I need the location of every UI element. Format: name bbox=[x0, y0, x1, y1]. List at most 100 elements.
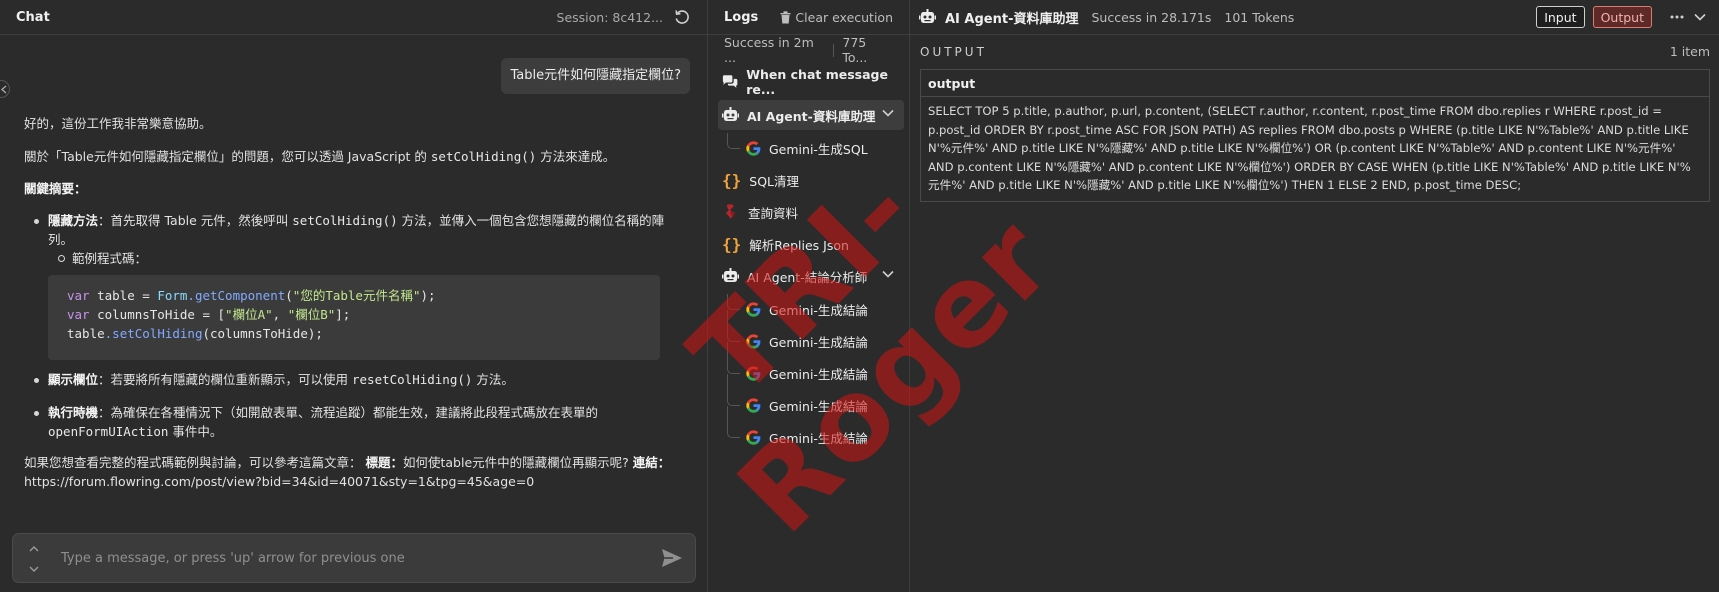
output-tab-button[interactable]: Output bbox=[1592, 6, 1652, 28]
message-input[interactable] bbox=[61, 534, 641, 582]
bot-intro: 關於「Table元件如何隱藏指定欄位」的問題，您可以透過 JavaScript … bbox=[24, 147, 684, 166]
example-sublist: 範例程式碼： bbox=[48, 249, 684, 268]
log-item-label: Gemini-生成結論 bbox=[769, 302, 868, 318]
input-tab-button[interactable]: Input bbox=[1536, 6, 1585, 28]
code-text: table = bbox=[89, 288, 158, 303]
output-label-row: OUTPUT 1 item bbox=[920, 44, 1710, 59]
column-header: output bbox=[921, 70, 1709, 97]
logs-panel: Logs Clear execution Success in 2m ... 7… bbox=[708, 0, 910, 592]
output-cell[interactable]: SELECT TOP 5 p.title, p.author, p.url, p… bbox=[921, 97, 1709, 201]
chat-header: Chat Session: 8c412... bbox=[0, 0, 707, 35]
log-item-label: When chat message re... bbox=[746, 67, 888, 97]
log-item-label: Gemini-生成結論 bbox=[769, 334, 868, 350]
show-suffix: 方法。 bbox=[472, 372, 514, 387]
log-item-gemini-conclusion[interactable]: Gemini-生成結論 bbox=[746, 326, 904, 356]
code-text: (columnsToHide); bbox=[202, 326, 323, 341]
code-string: "欄位A" bbox=[225, 307, 273, 322]
logs-header: Logs Clear execution bbox=[708, 0, 909, 35]
inline-code: openFormUIAction bbox=[48, 424, 169, 439]
chat-panel: Chat Session: 8c412... Table元件如何隱藏指定欄位? … bbox=[0, 0, 708, 592]
session-id[interactable]: Session: 8c412... bbox=[557, 10, 663, 25]
timing-suffix: 事件中。 bbox=[168, 424, 223, 439]
code-text: ]; bbox=[335, 307, 351, 322]
chevron-down-icon[interactable] bbox=[1694, 13, 1706, 21]
log-item-gemini-conclusion[interactable]: Gemini-生成結論 bbox=[746, 422, 904, 452]
clear-execution-button[interactable]: Clear execution bbox=[780, 10, 893, 25]
chevron-down-icon[interactable] bbox=[882, 109, 894, 117]
tree-connector bbox=[727, 342, 740, 374]
code-text: table bbox=[67, 326, 105, 341]
outro-title-label: 標題： bbox=[365, 455, 403, 470]
history-arrows-icon[interactable] bbox=[28, 542, 40, 576]
divider bbox=[833, 43, 835, 57]
bot-greeting: 好的，這份工作我非常樂意協助。 bbox=[24, 116, 212, 131]
log-item-gemini-sql[interactable]: Gemini-生成SQL bbox=[746, 133, 904, 163]
outro-link[interactable]: https://forum.flowring.com/post/view?bid… bbox=[24, 474, 534, 489]
code-keyword: var bbox=[67, 288, 90, 303]
output-section-label: OUTPUT bbox=[920, 44, 987, 59]
log-item-label: 查詢資料 bbox=[748, 205, 799, 221]
timing-text: ：為確保在各種情況下（如開啟表單、流程追蹤）都能生效，建議將此段程式碼放在表單的 bbox=[98, 405, 599, 420]
log-item-chat-trigger[interactable]: When chat message re... bbox=[718, 67, 904, 97]
code-text: , bbox=[272, 307, 288, 322]
log-item-ai-agent-db[interactable]: AI Agent-資料庫助理 bbox=[718, 100, 904, 130]
inline-code: setColHiding() bbox=[430, 149, 537, 164]
code-object: Form bbox=[157, 288, 188, 303]
hide-text: ：首先取得 Table 元件，然後呼叫 bbox=[98, 213, 293, 228]
code-string: "您的Table元件名稱" bbox=[292, 288, 421, 303]
google-icon bbox=[746, 365, 761, 381]
item-count: 1 item bbox=[1669, 44, 1710, 59]
log-item-sql-clean[interactable]: {} SQL清理 bbox=[722, 165, 904, 195]
google-icon bbox=[746, 333, 761, 349]
outro-link-label: 連結： bbox=[632, 455, 671, 470]
log-item-gemini-conclusion[interactable]: Gemini-生成結論 bbox=[746, 390, 904, 420]
summary-heading-text: 關鍵摘要： bbox=[24, 181, 87, 196]
list-item-hide: 隱藏方法：首先取得 Table 元件，然後呼叫 setColHiding() 方… bbox=[34, 211, 684, 360]
trash-icon bbox=[780, 10, 791, 23]
google-icon bbox=[746, 140, 761, 156]
chevron-left-icon bbox=[1, 85, 7, 94]
hide-label: 隱藏方法 bbox=[48, 213, 99, 228]
log-item-query[interactable]: 查詢資料 bbox=[722, 197, 904, 227]
node-status: Success in 28.171s bbox=[1091, 9, 1212, 25]
log-item-gemini-conclusion[interactable]: Gemini-生成結論 bbox=[746, 358, 904, 388]
collapse-sidebar-button[interactable] bbox=[0, 80, 10, 98]
tree-connector bbox=[727, 374, 740, 406]
more-options-icon[interactable] bbox=[1670, 15, 1684, 19]
code-braces-icon: {} bbox=[722, 234, 742, 254]
tree-connector bbox=[727, 294, 740, 310]
log-item-parse-json[interactable]: {} 解析Replies Json bbox=[722, 229, 904, 259]
log-item-gemini-conclusion[interactable]: Gemini-生成結論 bbox=[746, 294, 904, 324]
log-item-label: AI Agent-結論分析師 bbox=[747, 269, 868, 285]
log-item-label: Gemini-生成結論 bbox=[769, 366, 868, 382]
log-item-label: SQL清理 bbox=[749, 173, 800, 189]
database-tool-icon bbox=[726, 204, 735, 219]
logs-title: Logs bbox=[724, 9, 759, 25]
tree-connector bbox=[727, 133, 740, 149]
logs-status-text: Success in 2m ... bbox=[724, 35, 814, 65]
timing-label: 執行時機 bbox=[48, 405, 99, 420]
node-tokens: 101 Tokens bbox=[1224, 9, 1295, 25]
logs-tokens: 775 To... bbox=[842, 35, 868, 65]
reset-session-icon[interactable] bbox=[673, 8, 691, 26]
robot-icon bbox=[722, 107, 739, 121]
tree-connector bbox=[727, 310, 740, 342]
robot-icon bbox=[919, 9, 936, 23]
summary-heading: 關鍵摘要： bbox=[24, 179, 684, 198]
logs-status: Success in 2m ... 775 To... bbox=[708, 35, 909, 65]
chevron-down-icon[interactable] bbox=[882, 270, 894, 278]
code-braces-icon: {} bbox=[722, 170, 742, 190]
outro-title: 如何使table元件中的隱藏欄位再顯示呢? bbox=[403, 455, 633, 470]
log-item-label: AI Agent-資料庫助理 bbox=[747, 108, 876, 124]
log-item-ai-agent-analyst[interactable]: AI Agent-結論分析師 bbox=[718, 261, 904, 291]
intro-suffix: 方法來達成。 bbox=[536, 149, 616, 164]
intro-text: 關於「Table元件如何隱藏指定欄位」的問題，您可以透過 JavaScript … bbox=[24, 149, 431, 164]
send-icon[interactable] bbox=[661, 548, 683, 568]
log-item-label: Gemini-生成結論 bbox=[769, 430, 868, 446]
show-label: 顯示欄位 bbox=[48, 372, 99, 387]
log-item-label: 解析Replies Json bbox=[749, 237, 849, 253]
output-panel: AI Agent-資料庫助理 Success in 28.171s 101 To… bbox=[910, 0, 1719, 592]
code-keyword: var bbox=[67, 307, 90, 322]
chat-title: Chat bbox=[16, 9, 50, 25]
google-icon bbox=[746, 429, 761, 445]
